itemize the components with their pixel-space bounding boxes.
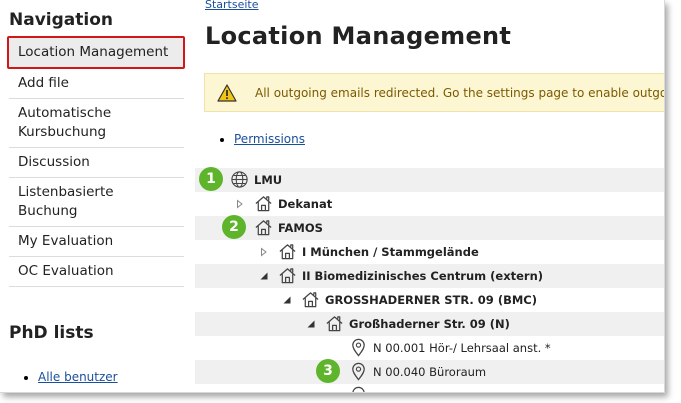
link-item: Permissions <box>234 132 305 146</box>
phd-list: Alle benutzer <box>22 370 118 384</box>
tree-row-room-00001[interactable]: N 00.001 Hör-/ Lehrsaal anst. * <box>195 336 664 360</box>
sidebar-item-add-file[interactable]: Add file <box>9 69 184 99</box>
house-icon <box>255 220 272 236</box>
step-marker-1: 1 <box>199 167 223 191</box>
page-title: Location Management <box>205 22 512 50</box>
tree-label: LMU <box>254 173 283 187</box>
tree-row-biomedizinisches[interactable]: II Biomedizinisches Centrum (extern) <box>195 264 664 288</box>
sidebar: Navigation Location Management Add file … <box>0 0 192 392</box>
email-redirect-alert: All outgoing emails redirected. Go the s… <box>204 73 664 112</box>
alert-message: All outgoing emails redirected. Go the s… <box>255 86 664 100</box>
alle-benutzer-link[interactable]: Alle benutzer <box>38 370 118 384</box>
tree-label: Großhaderner Str. 09 (N) <box>349 317 510 331</box>
navigation-list: Location Management Add file Automatisch… <box>7 36 185 287</box>
browser-frame: Navigation Location Management Add file … <box>0 0 665 393</box>
action-links: Permissions <box>221 132 305 146</box>
house-icon <box>326 316 343 332</box>
sidebar-item-location-management[interactable]: Location Management <box>7 36 185 69</box>
tree-row-grosshaderner-bmc[interactable]: GROSSHADERNER STR. 09 (BMC) <box>195 288 664 312</box>
warning-icon <box>217 84 237 102</box>
tree-label: FAMOS <box>278 221 323 235</box>
collapse-arrow-icon[interactable] <box>306 319 316 329</box>
house-icon <box>255 196 272 212</box>
tree-label: I München / Stammgelände <box>302 245 479 259</box>
tree-label: N 00.040 Büroraum <box>373 365 487 379</box>
tree-label: Dekanat <box>278 197 333 211</box>
house-icon <box>279 244 296 260</box>
permissions-link[interactable]: Permissions <box>234 132 305 146</box>
collapse-arrow-icon[interactable] <box>259 271 269 281</box>
sidebar-item-my-evaluation[interactable]: My Evaluation <box>9 227 184 257</box>
expand-arrow-icon[interactable] <box>235 199 245 209</box>
step-marker-3: 3 <box>316 359 340 383</box>
sidebar-item-oc-evaluation[interactable]: OC Evaluation <box>9 257 184 287</box>
tree-label: II Biomedizinisches Centrum (extern) <box>302 269 544 283</box>
tree-label: N 00.001 Hör-/ Lehrsaal anst. * <box>373 341 551 355</box>
navigation-heading: Navigation <box>9 10 113 30</box>
tree-row-room-00040[interactable]: N 00.040 Büroraum <box>195 360 664 384</box>
main-content: Startseite Location Management All outgo… <box>195 0 664 392</box>
location-pin-icon <box>352 362 365 381</box>
tree-row-muenchen[interactable]: I München / Stammgelände <box>195 240 664 264</box>
sidebar-item-listenbasierte-buchung[interactable]: Listenbasierte Buchung <box>9 178 184 227</box>
sidebar-item-automatische-kursbuchung[interactable]: Automatische Kursbuchung <box>9 99 184 148</box>
phd-list-item: Alle benutzer <box>38 370 118 384</box>
house-icon <box>302 292 319 308</box>
tree-row-lmu[interactable]: LMU <box>195 168 664 192</box>
tree-row-famos[interactable]: FAMOS <box>195 216 664 240</box>
sidebar-item-discussion[interactable]: Discussion <box>9 148 184 178</box>
phd-lists-heading: PhD lists <box>9 323 94 343</box>
tree-row-partial <box>195 384 664 392</box>
tree-row-grosshaderner-n[interactable]: Großhaderner Str. 09 (N) <box>195 312 664 336</box>
expand-arrow-icon[interactable] <box>259 247 269 257</box>
globe-icon <box>231 171 248 188</box>
location-pin-icon <box>352 338 365 357</box>
tree-row-dekanat[interactable]: Dekanat <box>195 192 664 216</box>
step-marker-2: 2 <box>222 215 246 239</box>
collapse-arrow-icon[interactable] <box>282 295 292 305</box>
location-pin-icon <box>352 386 365 392</box>
breadcrumb-home-link[interactable]: Startseite <box>205 0 259 11</box>
house-icon <box>279 268 296 284</box>
tree-label: GROSSHADERNER STR. 09 (BMC) <box>325 293 537 307</box>
